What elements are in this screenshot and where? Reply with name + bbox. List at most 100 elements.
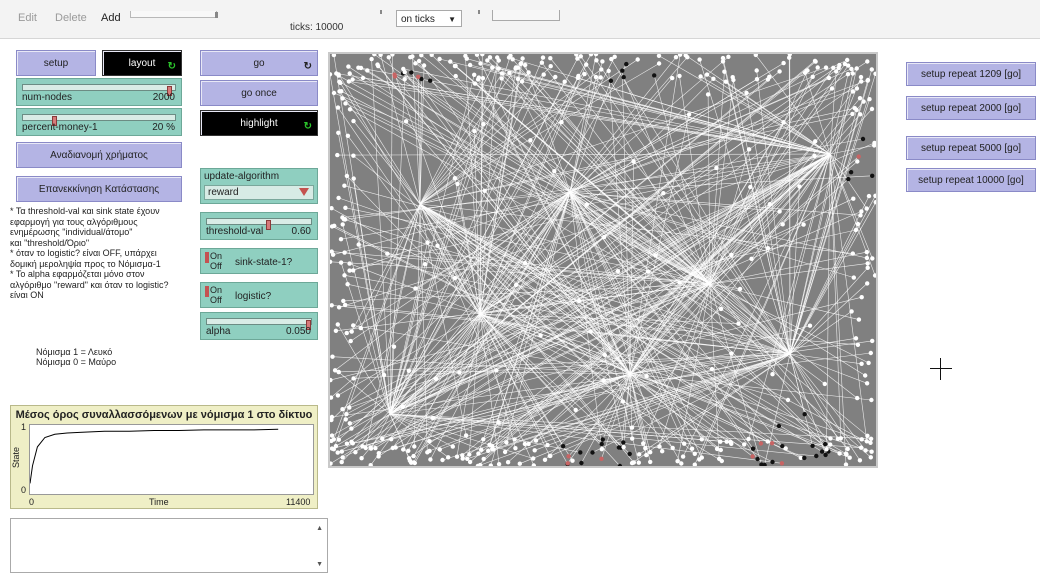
layout-button-label: layout — [128, 57, 156, 69]
network-node — [406, 448, 411, 453]
output-area[interactable]: ▲ ▼ — [10, 518, 328, 573]
setup-repeat-10000-button[interactable]: setup repeat 10000 [go] — [906, 168, 1036, 192]
go-button[interactable]: go ↻ — [200, 50, 318, 76]
world-view[interactable] — [328, 52, 878, 468]
switch-knob[interactable] — [205, 286, 209, 297]
network-node — [823, 441, 828, 447]
network-node — [826, 75, 832, 81]
network-link — [699, 153, 831, 460]
speed-slider-handle[interactable] — [215, 12, 218, 18]
redistribute-money-button[interactable]: Αναδιανομή χρήματος — [16, 142, 182, 168]
network-node — [692, 451, 697, 456]
network-node — [440, 457, 445, 463]
setup-repeat-5000-button[interactable]: setup repeat 5000 [go] — [906, 136, 1036, 160]
network-node — [333, 328, 339, 333]
network-graph — [330, 54, 876, 466]
network-node — [859, 209, 864, 214]
chooser-value-box[interactable]: reward — [204, 185, 314, 200]
network-node — [750, 446, 756, 451]
network-node — [802, 412, 807, 417]
scroll-down-icon[interactable]: ▼ — [316, 561, 323, 568]
highlight-button[interactable]: highlight ↻ — [200, 110, 318, 136]
network-node — [455, 181, 460, 187]
network-node — [452, 275, 458, 281]
network-node — [644, 373, 649, 379]
setup-repeat-2000-button[interactable]: setup repeat 2000 [go] — [906, 96, 1036, 120]
threshold-val-slider[interactable]: threshold-val 0.60 — [200, 212, 318, 240]
network-node — [337, 89, 342, 94]
setup-button[interactable]: setup — [16, 50, 96, 76]
plot-x-max: 11400 — [286, 497, 311, 507]
network-node — [349, 329, 354, 334]
network-node — [421, 63, 427, 68]
network-node — [422, 262, 428, 267]
network-node — [336, 437, 341, 442]
network-node — [463, 433, 469, 438]
network-node — [559, 120, 564, 125]
percent-money-slider[interactable]: percent-money-1 20 % — [16, 108, 182, 136]
network-node — [765, 439, 770, 444]
network-node — [479, 447, 484, 452]
layout-button[interactable]: layout ↻ — [102, 50, 182, 76]
edit-button[interactable]: Edit — [18, 12, 37, 24]
plot-y-min: 0 — [21, 485, 27, 495]
network-node — [406, 368, 412, 373]
network-node — [593, 54, 599, 57]
alpha-slider[interactable]: alpha 0.050 — [200, 312, 318, 340]
network-node — [837, 62, 842, 68]
slider-handle[interactable] — [266, 220, 271, 230]
network-node — [785, 397, 791, 403]
network-node — [823, 452, 828, 458]
network-node — [699, 437, 704, 442]
network-node — [346, 64, 351, 69]
num-nodes-slider[interactable]: num-nodes 2000 — [16, 78, 182, 106]
network-node — [855, 342, 861, 347]
reset-state-button[interactable]: Επανεκκίνηση Κατάστασης — [16, 176, 182, 202]
network-node — [858, 112, 863, 117]
network-node — [345, 133, 351, 138]
network-node — [579, 460, 584, 466]
dropdown-triangle-icon — [299, 188, 309, 196]
network-node — [599, 456, 604, 461]
network-node — [340, 215, 345, 220]
view-update-dropdown[interactable]: on ticks ▼ — [396, 10, 462, 27]
settings-button[interactable] — [492, 10, 560, 21]
network-node — [472, 128, 477, 134]
network-node — [331, 54, 337, 58]
network-node — [630, 436, 635, 441]
network-node — [869, 397, 874, 403]
scroll-up-icon[interactable]: ▲ — [316, 525, 323, 532]
network-node — [457, 370, 462, 375]
add-button[interactable]: Add — [101, 12, 121, 24]
network-node — [600, 59, 605, 64]
network-node — [539, 60, 545, 65]
network-node — [646, 269, 651, 274]
network-node — [350, 77, 355, 82]
network-node — [661, 191, 666, 196]
network-node — [851, 275, 856, 280]
network-node — [729, 441, 734, 446]
network-link — [415, 63, 711, 285]
switch-knob[interactable] — [205, 252, 209, 263]
logistic-switch[interactable]: On Off logistic? — [200, 282, 318, 308]
delete-button[interactable]: Delete — [55, 12, 87, 24]
network-node — [344, 441, 350, 446]
switch-off-label: Off — [210, 295, 222, 305]
update-algorithm-chooser[interactable]: update-algorithm reward — [200, 168, 318, 204]
network-node — [359, 456, 364, 461]
network-link — [629, 373, 768, 442]
setup-repeat-1209-button[interactable]: setup repeat 1209 [go] — [906, 62, 1036, 86]
network-node — [428, 78, 433, 83]
network-node — [705, 92, 711, 97]
network-node — [518, 61, 523, 67]
setup-repeat-label: setup repeat 1209 [go] — [920, 68, 1022, 80]
network-node — [413, 286, 418, 291]
speed-slider[interactable] — [130, 11, 217, 18]
network-node — [863, 373, 868, 378]
network-node — [331, 90, 337, 96]
sink-state-switch[interactable]: On Off sink-state-1? — [200, 248, 318, 274]
go-once-button[interactable]: go once — [200, 80, 318, 106]
network-node — [435, 243, 440, 248]
separator-icon — [380, 10, 382, 14]
chevron-down-icon: ▼ — [448, 15, 456, 24]
